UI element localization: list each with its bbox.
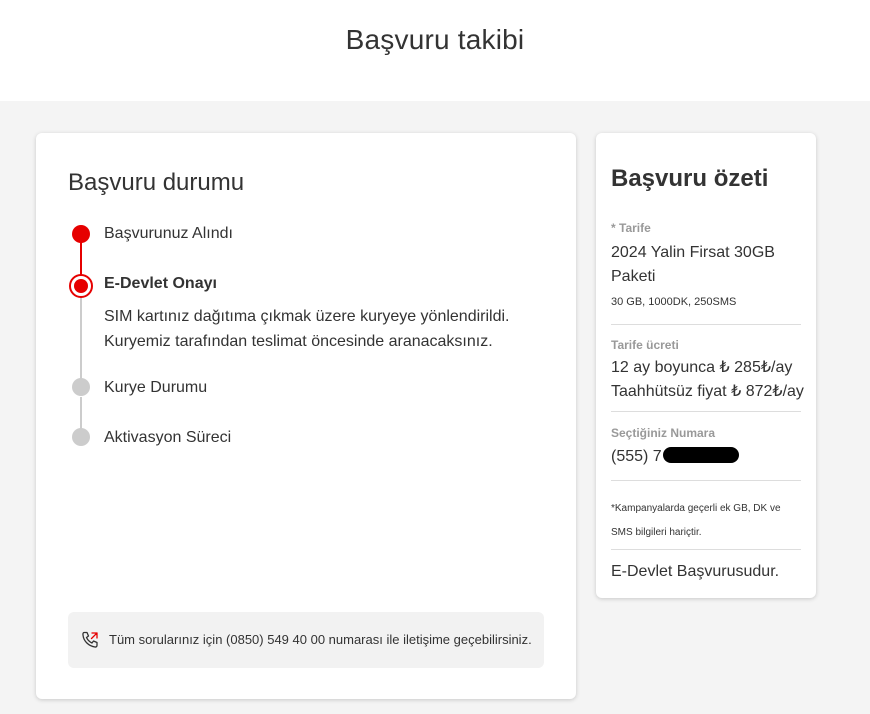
support-info-box: Tüm sorularınız için (0850) 549 40 00 nu…	[68, 612, 544, 668]
number-label: Seçtiğiniz Numara	[611, 426, 716, 440]
step-pending-indicator	[72, 378, 90, 396]
step-label-activation: Aktivasyon Süreci	[104, 429, 232, 446]
tariff-label: * Tarife	[611, 221, 651, 235]
divider	[611, 480, 801, 481]
tariff-name: 2024 Yalin Firsat 30GB Paketi	[611, 241, 775, 289]
application-type: E-Devlet Başvurusudur.	[611, 563, 780, 580]
step-description: SIM kartınız dağıtıma çıkmak üzere kurye…	[104, 304, 544, 354]
tariff-details: 30 GB, 1000DK, 250SMS	[611, 296, 737, 308]
phone-call-icon	[82, 631, 98, 648]
step-description-line: SIM kartınız dağıtıma çıkmak üzere kurye…	[104, 308, 510, 325]
tariff-name-line: Paketi	[611, 268, 656, 285]
step-active-indicator	[69, 274, 93, 298]
status-title: Başvuru durumu	[68, 169, 245, 196]
fee-values: 12 ay boyunca ₺ 285₺/ay Taahhütsüz fiyat…	[611, 356, 804, 404]
timeline-connector-pending	[80, 297, 82, 387]
fee-label: Tarife ücreti	[611, 338, 679, 352]
number-prefix: (555) 7	[611, 448, 662, 465]
status-timeline: Başvurunuz Alındı E-Devlet Onayı SIM kar…	[68, 219, 548, 479]
step-done-indicator	[72, 225, 90, 243]
divider	[611, 549, 801, 550]
step-label-edevlet-approval: E-Devlet Onayı	[104, 275, 217, 292]
step-pending-indicator	[72, 428, 90, 446]
application-summary-card: Başvuru özeti * Tarife 2024 Yalin Firsat…	[596, 133, 816, 598]
fee-line: 12 ay boyunca ₺ 285₺/ay	[611, 359, 793, 376]
campaign-footnote: *Kampanyalarda geçerli ek GB, DK ve SMS …	[611, 497, 781, 545]
step-label-application-received: Başvurunuz Alındı	[104, 225, 233, 242]
footnote-line: *Kampanyalarda geçerli ek GB, DK ve	[611, 503, 781, 514]
support-info-text: Tüm sorularınız için (0850) 549 40 00 nu…	[109, 632, 532, 647]
footnote-line: SMS bilgileri hariçtir.	[611, 527, 702, 538]
redacted-mask	[662, 447, 739, 463]
page-header: Başvuru takibi	[0, 0, 870, 101]
summary-title: Başvuru özeti	[611, 165, 769, 192]
divider	[611, 411, 801, 412]
step-label-courier-status: Kurye Durumu	[104, 379, 208, 396]
selected-number: (555) 7	[611, 445, 739, 469]
application-status-card: Başvuru durumu Başvurunuz Alındı E-Devle…	[36, 133, 576, 699]
divider	[611, 324, 801, 325]
fee-line: Taahhütsüz fiyat ₺ 872₺/ay	[611, 383, 804, 400]
page-title: Başvuru takibi	[345, 24, 525, 55]
tariff-name-line: 2024 Yalin Firsat 30GB	[611, 244, 775, 261]
step-description-line: Kuryemiz tarafından teslimat öncesinde a…	[104, 333, 493, 350]
